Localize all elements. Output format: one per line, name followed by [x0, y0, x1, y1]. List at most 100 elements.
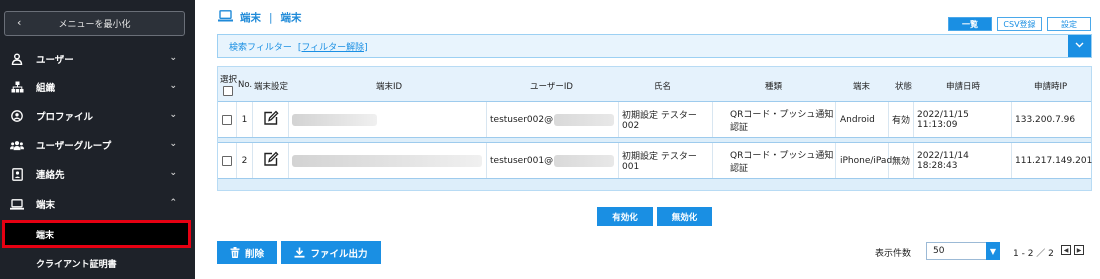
sidebar-subitem-client-certificates[interactable]: クライアント証明書	[0, 250, 195, 277]
row-user-id-text: testuser001@	[490, 155, 554, 166]
redacted-device-id	[292, 113, 377, 126]
minimize-menu-label: メニューを最小化	[58, 20, 131, 30]
page-info: 1 - 2 ／ 2	[1013, 249, 1054, 259]
chevron-down-icon: ⌄	[169, 81, 177, 91]
header-device-settings: 端末設定	[254, 82, 289, 92]
row-type: QRコード・プッシュ通知認証	[713, 143, 836, 178]
edit-icon[interactable]	[263, 151, 279, 170]
row-name: 初期設定 テスター002	[619, 102, 713, 137]
header-status: 状態	[895, 82, 913, 92]
laptop-icon	[10, 197, 24, 211]
row-no: 1	[237, 102, 253, 137]
sidebar-item-organization[interactable]: 組織 ⌄	[0, 73, 195, 101]
sidebar-item-label: ユーザーグループ	[36, 141, 112, 152]
redacted-email-domain	[554, 154, 615, 167]
header-device: 端末	[853, 82, 871, 92]
disable-button[interactable]: 無効化	[657, 207, 712, 226]
row-device: Android	[836, 102, 889, 137]
row-user-id: testuser002@	[487, 102, 619, 137]
chevron-down-icon: ⌄	[169, 139, 177, 149]
chevron-up-icon: ⌃	[169, 198, 177, 208]
filter-expand-button[interactable]	[1068, 35, 1091, 57]
page-title: 端末 | 端末	[218, 10, 302, 25]
select-all-checkbox[interactable]	[223, 86, 233, 96]
sidebar-subitem-devices[interactable]: 端末	[2, 220, 191, 248]
redacted-email-domain	[554, 113, 615, 126]
sidebar-item-label: プロファイル	[36, 112, 94, 123]
row-applied-at: 2022/11/14 18:28:43	[914, 143, 1012, 178]
row-applied-at: 2022/11/15 11:13:09	[914, 102, 1012, 137]
breadcrumb-section: 端末	[240, 12, 261, 24]
row-checkbox[interactable]	[222, 155, 232, 166]
prev-page-button[interactable]: ◀	[1061, 245, 1071, 255]
table-header: 選択 No. 端末設定 端末ID ユーザーID 氏名 種類 端末 状態 申請日時…	[218, 67, 1091, 102]
row-edit-cell	[253, 102, 289, 137]
next-page-button[interactable]: ▶	[1074, 245, 1084, 255]
row-device-id	[289, 143, 487, 178]
delete-button[interactable]: 削除	[217, 241, 277, 264]
table-row: 1 testuser002@ 初期設定 テスター002 QRコード・プッシュ通知…	[218, 101, 1091, 138]
row-select-cell	[218, 143, 237, 178]
tab-csv-import[interactable]: CSV登録	[997, 17, 1042, 31]
sidebar-item-label: 端末	[36, 200, 56, 211]
sidebar: ‹ メニューを最小化 ユーザー ⌄ 組織 ⌄ プロファイル ⌄ ユーザーグループ…	[0, 0, 195, 279]
row-name: 初期設定 テスター001	[619, 143, 713, 178]
chevron-down-icon	[1075, 41, 1084, 51]
row-status: 無効	[889, 143, 914, 178]
org-icon	[10, 80, 24, 94]
row-checkbox[interactable]	[222, 114, 232, 125]
header-device-id: 端末ID	[376, 82, 403, 92]
export-file-button[interactable]: ファイル出力	[281, 241, 381, 264]
export-file-label: ファイル出力	[310, 248, 368, 260]
breadcrumb-separator: |	[269, 11, 273, 24]
per-page-value: 50	[933, 246, 945, 256]
redacted-device-id	[292, 154, 482, 167]
chevron-left-icon: ‹	[17, 16, 22, 29]
sidebar-item-devices[interactable]: 端末 ⌃	[0, 190, 195, 218]
edit-icon[interactable]	[263, 110, 279, 129]
search-filter-bar[interactable]: 検索フィルター [フィルター解除]	[217, 34, 1092, 58]
header-type: 種類	[765, 82, 783, 92]
header-name: 氏名	[654, 82, 672, 92]
download-icon	[294, 247, 305, 258]
header-applied-ip: 申請時IP	[1034, 82, 1068, 92]
minimize-menu-button[interactable]: ‹ メニューを最小化	[4, 11, 185, 36]
user-icon	[10, 52, 24, 66]
row-type: QRコード・プッシュ通知認証	[713, 102, 836, 137]
row-user-id-text: testuser002@	[490, 114, 554, 125]
header-no: No.	[238, 80, 253, 90]
row-status: 有効	[889, 102, 914, 137]
row-user-id: testuser001@	[487, 143, 619, 178]
tab-list[interactable]: 一覧	[948, 17, 992, 31]
breadcrumb-page: 端末	[280, 12, 302, 24]
clear-filter-link[interactable]: [フィルター解除]	[298, 40, 368, 53]
row-applied-ip: 111.217.149.201	[1015, 155, 1093, 166]
row-device: iPhone/iPad	[836, 143, 892, 178]
sidebar-item-contacts[interactable]: 連絡先 ⌄	[0, 160, 195, 188]
profile-icon	[10, 109, 24, 123]
sidebar-subitem-label: 端末	[36, 230, 55, 241]
caret-right-icon: ▶	[1076, 246, 1082, 254]
chevron-down-icon: ⌄	[169, 53, 177, 63]
header-select: 選択	[220, 75, 238, 85]
row-no: 2	[237, 143, 253, 178]
sidebar-item-user-groups[interactable]: ユーザーグループ ⌄	[0, 131, 195, 159]
per-page-dropdown-button[interactable]: ▼	[986, 242, 1000, 260]
row-edit-cell	[253, 143, 289, 178]
sidebar-item-users[interactable]: ユーザー ⌄	[0, 45, 195, 73]
enable-button[interactable]: 有効化	[597, 207, 653, 226]
tab-settings[interactable]: 設定	[1047, 17, 1091, 31]
caret-down-icon: ▼	[989, 246, 997, 256]
header-applied-at: 申請日時	[946, 82, 981, 92]
header-user-id: ユーザーID	[530, 82, 573, 92]
laptop-icon	[218, 10, 233, 25]
table-row: 2 testuser001@ 初期設定 テスター001 QRコード・プッシュ通知…	[218, 142, 1093, 179]
per-page-label: 表示件数	[875, 249, 912, 259]
sidebar-item-label: 連絡先	[36, 170, 65, 181]
delete-label: 削除	[244, 248, 264, 260]
contact-icon	[10, 167, 24, 181]
sidebar-item-profile[interactable]: プロファイル ⌄	[0, 102, 195, 130]
sidebar-subitem-label: クライアント証明書	[36, 260, 117, 270]
devices-table: 選択 No. 端末設定 端末ID ユーザーID 氏名 種類 端末 状態 申請日時…	[217, 66, 1092, 191]
chevron-down-icon: ⌄	[169, 168, 177, 178]
